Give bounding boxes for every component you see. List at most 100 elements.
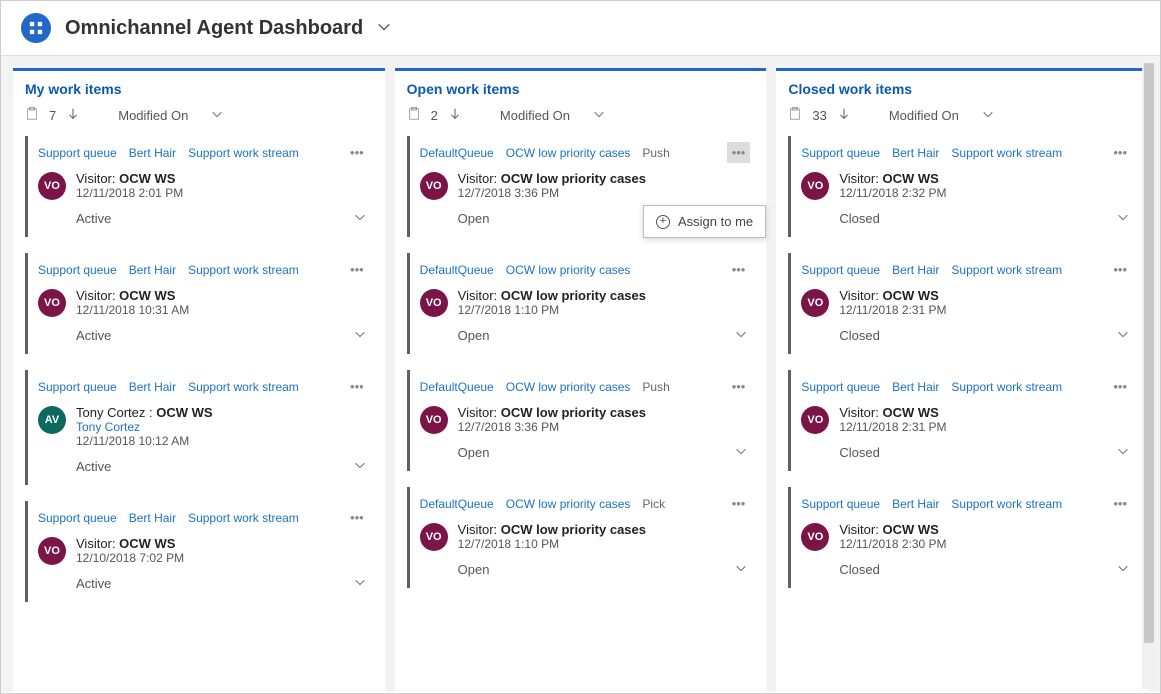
tag-link[interactable]: Bert Hair [892, 146, 939, 160]
card-status-row[interactable]: Active [38, 319, 369, 354]
expand-chevron[interactable] [1116, 444, 1130, 461]
work-item-card[interactable]: Support queue Bert Hair Support work strea… [25, 136, 373, 237]
clipboard-button[interactable] [25, 107, 39, 124]
sort-field-label[interactable]: Modified On [889, 108, 959, 123]
expand-chevron[interactable] [353, 458, 367, 475]
card-title: Visitor: OCW WS [839, 405, 946, 420]
tag-link[interactable]: Bert Hair [892, 263, 939, 277]
expand-chevron[interactable] [1116, 210, 1130, 227]
more-options-button[interactable]: ••• [345, 259, 369, 280]
tag-link[interactable]: DefaultQueue [420, 146, 494, 160]
tag-link[interactable]: Support queue [801, 380, 880, 394]
title-chevron-down-icon[interactable] [377, 20, 391, 37]
expand-chevron[interactable] [734, 327, 748, 344]
card-status-row[interactable]: Active [38, 567, 369, 602]
work-item-card[interactable]: Support queue Bert Hair Support work strea… [25, 253, 373, 354]
more-options-button[interactable]: ••• [1108, 259, 1132, 280]
vertical-scrollbar[interactable] [1142, 63, 1156, 689]
sort-chevron[interactable] [210, 107, 224, 124]
work-item-card[interactable]: DefaultQueueOCW low priority casesPush••… [407, 370, 755, 471]
avatar: VO [420, 289, 448, 317]
tag-link[interactable]: Support queue [801, 497, 880, 511]
avatar: VO [420, 172, 448, 200]
tag-link[interactable]: DefaultQueue [420, 380, 494, 394]
tag-link[interactable]: Support work stream [188, 146, 299, 160]
sort-chevron[interactable] [592, 107, 606, 124]
work-item-card[interactable]: Support queue Bert Hair Support work strea… [788, 370, 1136, 471]
tag-link[interactable]: Support queue [38, 146, 117, 160]
sort-down-button[interactable] [837, 107, 851, 124]
tag-link[interactable]: Support queue [38, 263, 117, 277]
tag-link[interactable]: Bert Hair [129, 511, 176, 525]
tag-link[interactable]: Bert Hair [129, 380, 176, 394]
sort-field-label[interactable]: Modified On [118, 108, 188, 123]
tag-link[interactable]: Bert Hair [892, 497, 939, 511]
expand-chevron[interactable] [734, 561, 748, 578]
expand-chevron[interactable] [734, 444, 748, 461]
expand-chevron[interactable] [1116, 561, 1130, 578]
avatar: AV [38, 406, 66, 434]
tag-link[interactable]: Support queue [801, 263, 880, 277]
tag-link[interactable]: Support work stream [951, 380, 1062, 394]
tag-link[interactable]: OCW low priority cases [506, 380, 631, 394]
more-options-button[interactable]: ••• [727, 493, 751, 514]
work-item-card[interactable]: DefaultQueueOCW low priority cases•••VOV… [407, 253, 755, 354]
sort-chevron[interactable] [981, 107, 995, 124]
work-item-card[interactable]: Support queue Bert Hair Support work strea… [25, 370, 373, 485]
tag-link[interactable]: Support queue [38, 511, 117, 525]
card-status-row[interactable]: Closed [801, 436, 1132, 471]
card-status-row[interactable]: Active [38, 450, 369, 485]
tag-link[interactable]: OCW low priority cases [506, 497, 631, 511]
avatar: VO [801, 289, 829, 317]
more-options-button[interactable]: ••• [727, 259, 751, 280]
more-options-button[interactable]: ••• [345, 142, 369, 163]
tag-link[interactable]: Bert Hair [129, 263, 176, 277]
expand-chevron[interactable] [353, 327, 367, 344]
scrollbar-thumb[interactable] [1144, 63, 1154, 643]
tag-link[interactable]: Support work stream [188, 263, 299, 277]
tag-link[interactable]: Support queue [801, 146, 880, 160]
card-tags-row: DefaultQueueOCW low priority casesPick••… [420, 493, 751, 514]
more-options-button[interactable]: ••• [345, 507, 369, 528]
work-item-card[interactable]: Support queue Bert Hair Support work strea… [25, 501, 373, 602]
tag-link[interactable]: Support work stream [951, 497, 1062, 511]
sort-down-button[interactable] [448, 107, 462, 124]
expand-chevron[interactable] [353, 575, 367, 592]
tag-link[interactable]: OCW low priority cases [506, 263, 631, 277]
card-status-row[interactable]: Closed [801, 319, 1132, 354]
card-status-row[interactable]: Closed [801, 553, 1132, 588]
more-options-button[interactable]: ••• [1108, 142, 1132, 163]
tag-link[interactable]: DefaultQueue [420, 497, 494, 511]
assign-to-me-popover[interactable]: + Assign to me [643, 205, 766, 238]
card-status-row[interactable]: Open [420, 553, 751, 588]
more-options-button[interactable]: ••• [727, 142, 751, 163]
tag-link[interactable]: Bert Hair [892, 380, 939, 394]
tag-link[interactable]: OCW low priority cases [506, 146, 631, 160]
work-item-card[interactable]: Support queue Bert Hair Support work strea… [788, 136, 1136, 237]
work-item-card[interactable]: DefaultQueueOCW low priority casesPick••… [407, 487, 755, 588]
tag-link[interactable]: Support queue [38, 380, 117, 394]
card-sublink[interactable]: Tony Cortez [76, 420, 213, 434]
tag-link[interactable]: Support work stream [188, 380, 299, 394]
clipboard-button[interactable] [788, 107, 802, 124]
expand-chevron[interactable] [1116, 327, 1130, 344]
more-options-button[interactable]: ••• [1108, 493, 1132, 514]
work-item-card[interactable]: Support queue Bert Hair Support work strea… [788, 487, 1136, 588]
tag-link[interactable]: Support work stream [951, 146, 1062, 160]
card-status-row[interactable]: Active [38, 202, 369, 237]
more-options-button[interactable]: ••• [727, 376, 751, 397]
more-options-button[interactable]: ••• [1108, 376, 1132, 397]
tag-link[interactable]: Support work stream [951, 263, 1062, 277]
expand-chevron[interactable] [353, 210, 367, 227]
work-item-card[interactable]: Support queue Bert Hair Support work strea… [788, 253, 1136, 354]
more-options-button[interactable]: ••• [345, 376, 369, 397]
tag-link[interactable]: DefaultQueue [420, 263, 494, 277]
card-status-row[interactable]: Open [420, 319, 751, 354]
card-status-row[interactable]: Closed [801, 202, 1132, 237]
sort-field-label[interactable]: Modified On [500, 108, 570, 123]
tag-link[interactable]: Bert Hair [129, 146, 176, 160]
tag-link[interactable]: Support work stream [188, 511, 299, 525]
card-status-row[interactable]: Open [420, 436, 751, 471]
clipboard-button[interactable] [407, 107, 421, 124]
sort-down-button[interactable] [66, 107, 80, 124]
